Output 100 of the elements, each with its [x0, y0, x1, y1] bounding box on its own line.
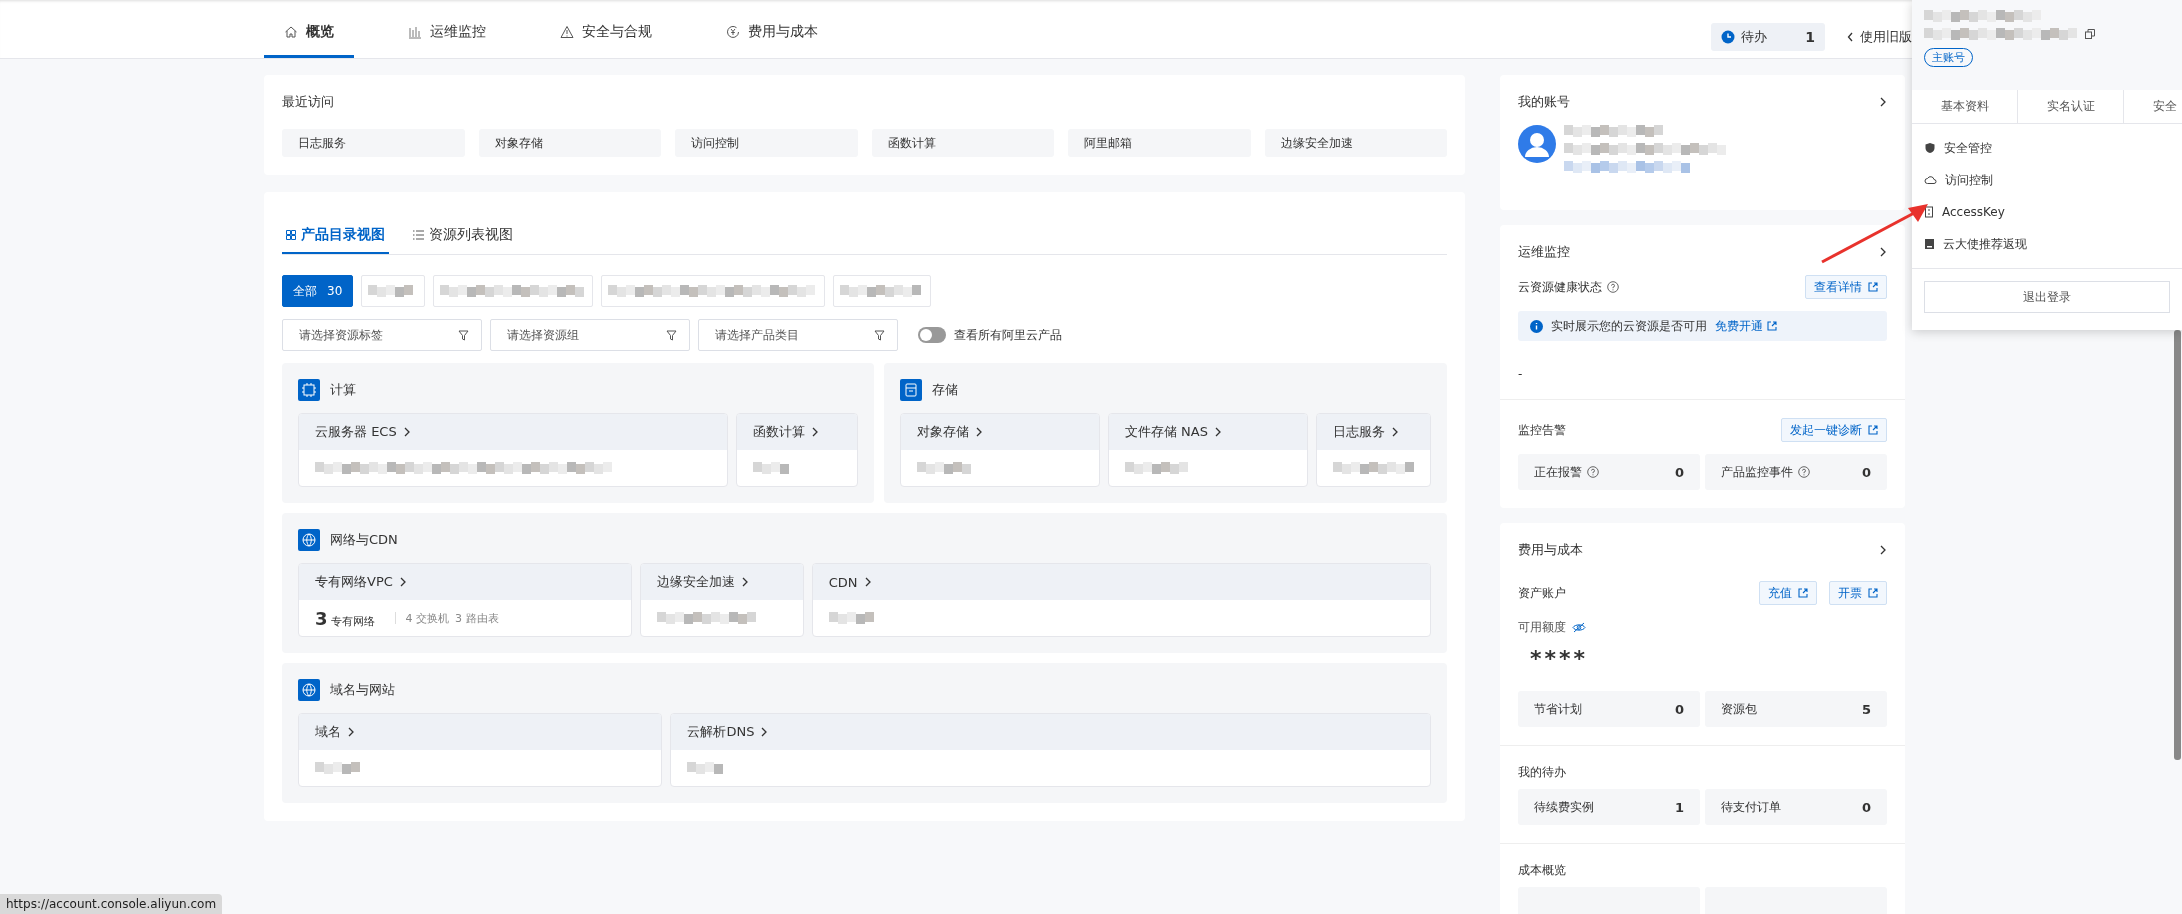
- old-version-link[interactable]: 使用旧版: [1847, 28, 1912, 46]
- menu-item[interactable]: 安全管控: [1912, 132, 2182, 164]
- filter-chip[interactable]: [601, 275, 826, 307]
- help-icon: [1607, 281, 1619, 293]
- external-link-icon: [1798, 588, 1808, 598]
- recent-item[interactable]: 访问控制: [675, 129, 858, 157]
- group-title: 网络与CDN: [330, 531, 398, 549]
- menu-item[interactable]: 云大使推荐返现: [1912, 228, 2182, 260]
- nav-tab[interactable]: 运维监控: [388, 8, 506, 58]
- chip-icon: [298, 379, 320, 401]
- product-link[interactable]: 云服务器 ECS: [299, 414, 728, 450]
- balance-label: 可用额度: [1518, 619, 1566, 636]
- recent-item[interactable]: 对象存储: [478, 129, 661, 157]
- home-icon: [284, 24, 298, 39]
- activate-link[interactable]: 免费开通: [1715, 317, 1777, 335]
- chevron-right-icon: [1390, 427, 1399, 437]
- nav-tab[interactable]: 费用与成本: [706, 8, 838, 58]
- filter-chip[interactable]: 全部 30: [282, 275, 354, 307]
- funnel-icon: [874, 329, 885, 341]
- product-link[interactable]: CDN: [812, 564, 1430, 600]
- filter-select[interactable]: 请选择资源组: [490, 319, 690, 351]
- product-link[interactable]: 专有网络VPC: [299, 564, 631, 600]
- toggle-switch[interactable]: [918, 327, 946, 343]
- product-link[interactable]: 日志服务: [1316, 414, 1430, 450]
- product-link[interactable]: 域名: [299, 714, 662, 750]
- product-link[interactable]: 文件存储 NAS: [1108, 414, 1307, 450]
- asset-button[interactable]: 开票: [1829, 581, 1887, 605]
- stat-value: 0: [1674, 701, 1684, 717]
- chevron-right-icon: [1879, 247, 1887, 257]
- stat-tile[interactable]: 待续费实例 1: [1518, 789, 1700, 825]
- grid-icon: [286, 230, 296, 240]
- stat-value: 1: [1674, 799, 1684, 815]
- chevron-right-icon: [402, 427, 411, 437]
- product-link[interactable]: 边缘安全加速: [640, 564, 803, 600]
- filter-select[interactable]: 请选择资源标签: [282, 319, 482, 351]
- filter-chip[interactable]: [361, 275, 426, 307]
- blurred-text: [687, 762, 724, 774]
- stat-label: 待支付订单: [1721, 798, 1781, 816]
- product-link[interactable]: 函数计算: [737, 414, 857, 450]
- dropdown-tab[interactable]: 实名认证: [2018, 90, 2124, 123]
- chevron-left-icon: [1847, 32, 1854, 42]
- menu-item[interactable]: AccessKey: [1912, 196, 2182, 228]
- eye-hidden-icon[interactable]: [1572, 622, 1586, 633]
- menu-item[interactable]: 访问控制: [1912, 164, 2182, 196]
- blurred-text: [917, 462, 971, 474]
- help-icon: [1798, 466, 1810, 478]
- view-tab[interactable]: 产品目录视图: [282, 218, 389, 254]
- info-icon: [1530, 319, 1543, 333]
- funnel-icon: [666, 329, 677, 341]
- filter-chip[interactable]: [833, 275, 932, 307]
- filter-chip[interactable]: [433, 275, 594, 307]
- stat-value: 0: [1674, 464, 1684, 480]
- stat-tile[interactable]: 资源包 5: [1705, 691, 1887, 727]
- status-url: https://account.console.aliyun.com: [0, 894, 223, 914]
- chevron-right-icon: [975, 427, 983, 437]
- recent-item[interactable]: 边缘安全加速: [1264, 129, 1447, 157]
- group-title: 计算: [330, 381, 356, 399]
- key-icon: [1924, 206, 1934, 218]
- product-link[interactable]: 对象存储: [901, 414, 1099, 450]
- dropdown-tab[interactable]: 安全: [2124, 90, 2182, 123]
- book-icon: [1924, 238, 1935, 250]
- dropdown-tab[interactable]: 基本资料: [1912, 90, 2018, 123]
- scrollbar[interactable]: [2174, 330, 2181, 760]
- asset-label: 资产账户: [1518, 584, 1566, 602]
- globe-icon: [298, 529, 320, 551]
- balance-value: ****: [1530, 646, 1590, 671]
- nav-tab[interactable]: 概览: [264, 8, 354, 58]
- copy-icon[interactable]: [2085, 29, 2095, 39]
- external-link-icon: [1868, 282, 1878, 292]
- filter-select[interactable]: 请选择产品类目: [698, 319, 898, 351]
- recent-item[interactable]: 日志服务: [282, 129, 465, 157]
- diagnose-button[interactable]: 发起一键诊断: [1781, 418, 1887, 442]
- stat-tile[interactable]: 节省计划 0: [1518, 691, 1700, 727]
- section-title: 我的待办: [1518, 764, 1567, 781]
- chevron-right-icon: [811, 427, 820, 437]
- blurred-text: [315, 762, 360, 774]
- stat-label: 待续费实例: [1534, 798, 1594, 816]
- nav-tab[interactable]: 安全与合规: [540, 8, 672, 58]
- toggle-label: 查看所有阿里云产品: [954, 326, 1062, 344]
- stat-label: 正在报警: [1534, 463, 1599, 481]
- stat-tile[interactable]: 正在报警 0: [1518, 454, 1700, 490]
- logout-button[interactable]: 退出登录: [1924, 281, 2170, 313]
- view-tab[interactable]: 资源列表视图: [409, 218, 517, 254]
- details-button[interactable]: 查看详情: [1805, 275, 1887, 299]
- stat-value: 0: [1861, 799, 1871, 815]
- chevron-right-icon: [740, 577, 749, 587]
- recent-item[interactable]: 阿里邮箱: [1068, 129, 1251, 157]
- section-title: 成本概览: [1518, 862, 1567, 879]
- stat-label: 产品监控事件: [1721, 463, 1810, 481]
- blurred-text: [753, 462, 790, 474]
- todo-button[interactable]: 待办 1: [1711, 23, 1825, 51]
- stat-tile[interactable]: 产品监控事件 0: [1705, 454, 1887, 490]
- shield-icon: [1924, 142, 1936, 154]
- group-title: 域名与网站: [330, 681, 395, 699]
- asset-button[interactable]: 充值: [1759, 581, 1817, 605]
- stat-tile[interactable]: 待支付订单 0: [1705, 789, 1887, 825]
- chevron-right-icon: [398, 577, 407, 587]
- recent-item[interactable]: 函数计算: [871, 129, 1054, 157]
- funnel-icon: [458, 329, 469, 341]
- product-link[interactable]: 云解析DNS: [671, 714, 1430, 750]
